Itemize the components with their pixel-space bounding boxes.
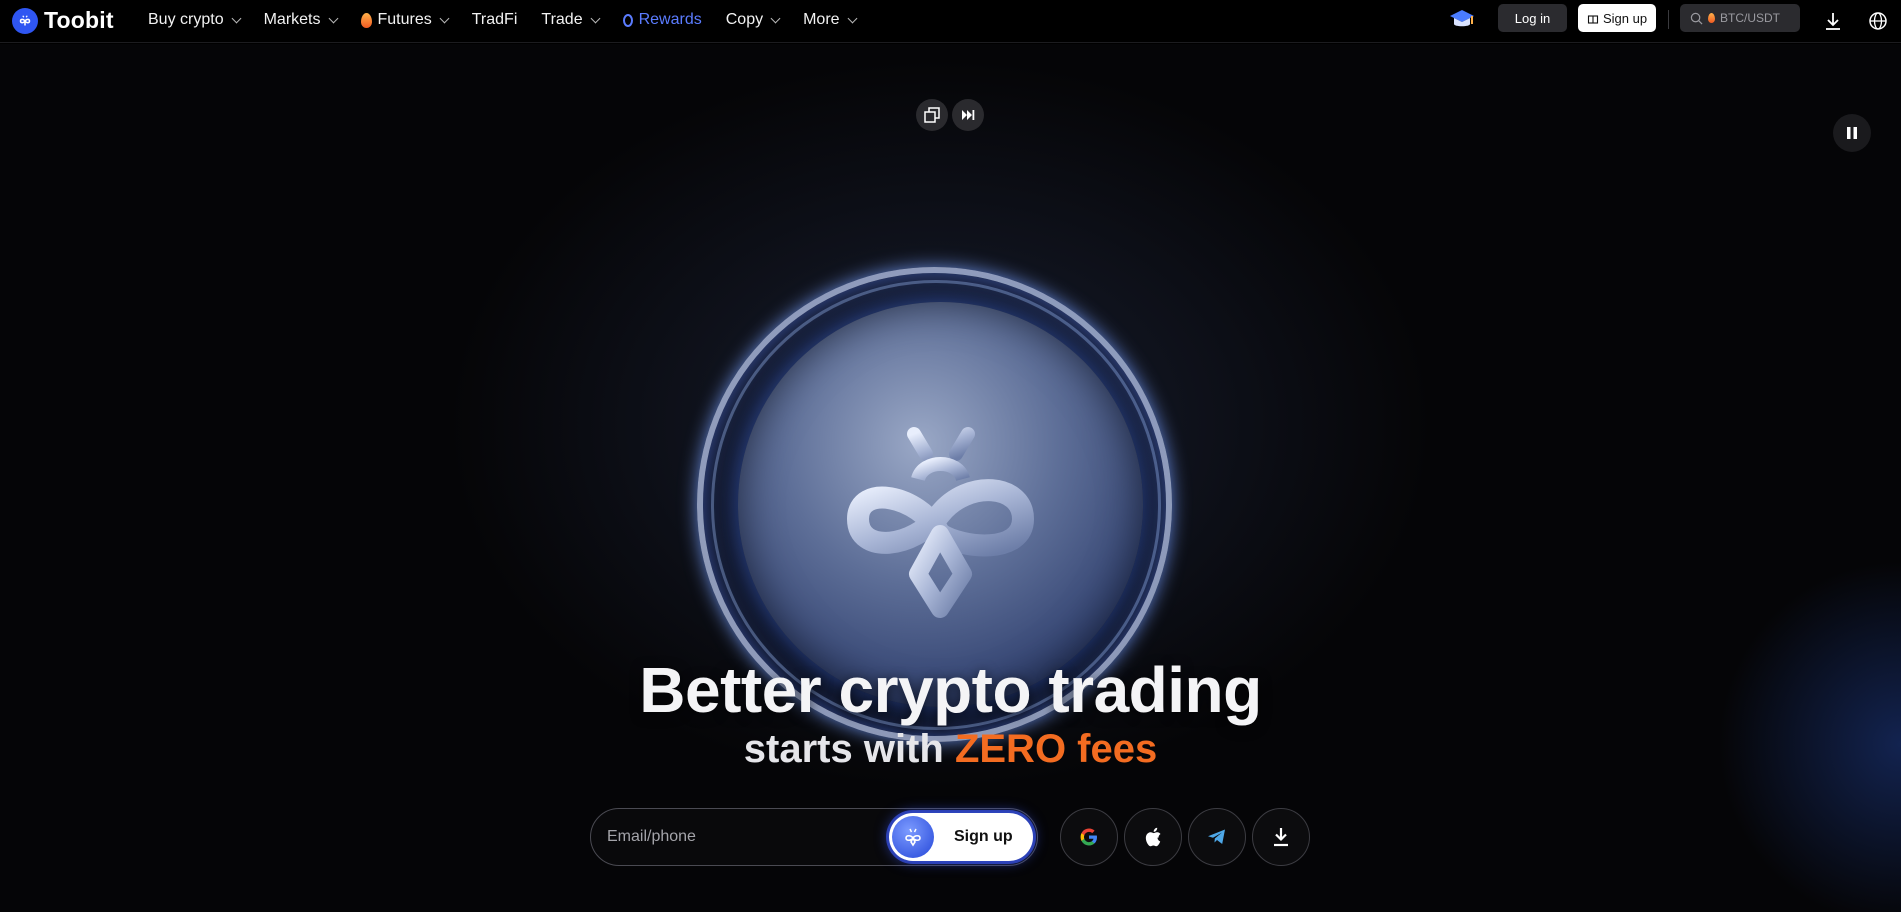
- toobit-logo-icon: [892, 816, 934, 858]
- toobit-coin-emblem-icon: [847, 427, 1034, 618]
- nav-label: TradFi: [471, 11, 518, 28]
- skip-forward-icon: [962, 110, 975, 120]
- google-login-button[interactable]: [1060, 808, 1118, 866]
- flame-icon: [1708, 13, 1715, 23]
- globe-icon[interactable]: [1866, 9, 1890, 33]
- nav-label: Markets: [263, 11, 321, 28]
- email-phone-input[interactable]: [607, 823, 877, 851]
- telegram-icon: [1208, 829, 1225, 844]
- main-nav: Buy crypto Markets Futures TradFi Trade …: [148, 0, 880, 40]
- copy-icon: [924, 107, 940, 123]
- skip-button[interactable]: [952, 99, 984, 131]
- nav-label: Futures: [377, 11, 432, 28]
- nav-more[interactable]: More: [803, 11, 857, 29]
- nav-label: Trade: [541, 11, 583, 28]
- toobit-logo-icon: [12, 7, 38, 34]
- search-box[interactable]: BTC/USDT: [1680, 4, 1800, 32]
- google-icon: [1080, 828, 1097, 846]
- gift-icon: [1587, 15, 1599, 24]
- subline-accent: ZERO fees: [954, 727, 1158, 771]
- brand-name: Toobit: [44, 7, 114, 33]
- search-placeholder: BTC/USDT: [1720, 11, 1780, 25]
- chevron-down-icon: [590, 13, 601, 23]
- toobit-logo[interactable]: Toobit: [12, 7, 114, 34]
- search-icon: [1690, 12, 1703, 24]
- hero-signup-label: Sign up: [954, 828, 1013, 845]
- app-download-button[interactable]: [1252, 808, 1310, 866]
- nav-copy[interactable]: Copy: [725, 11, 781, 29]
- apple-icon: [1145, 827, 1161, 847]
- signup-label: Sign up: [1602, 10, 1648, 26]
- chevron-down-icon: [439, 13, 450, 23]
- chevron-down-icon: [231, 13, 242, 23]
- subline-prefix: starts with: [743, 727, 944, 771]
- chevron-down-icon: [847, 13, 857, 23]
- medal-icon: [622, 13, 633, 27]
- hero-section: Better crypto trading starts with ZERO f…: [0, 44, 1901, 912]
- hero-subline: starts with ZERO fees: [0, 727, 1901, 772]
- top-navbar: Toobit Buy crypto Markets Futures TradFi…: [0, 0, 1901, 43]
- nav-label: Copy: [725, 11, 764, 28]
- copy-button[interactable]: [916, 99, 948, 131]
- nav-label: More: [803, 11, 840, 28]
- download-icon: [1274, 828, 1288, 847]
- chevron-down-icon: [328, 13, 338, 23]
- telegram-login-button[interactable]: [1188, 808, 1246, 866]
- login-button[interactable]: Log in: [1498, 4, 1567, 32]
- nav-rewards[interactable]: Rewards: [622, 11, 702, 29]
- nav-futures[interactable]: Futures: [360, 11, 450, 29]
- download-icon[interactable]: [1821, 9, 1845, 33]
- nav-label: Rewards: [638, 11, 702, 28]
- apple-login-button[interactable]: [1124, 808, 1182, 866]
- nav-markets[interactable]: Markets: [263, 11, 338, 29]
- signup-button[interactable]: Sign up: [1578, 4, 1656, 32]
- chevron-down-icon: [770, 13, 781, 23]
- pause-icon: [1847, 127, 1857, 139]
- signup-form: Sign up: [590, 808, 1038, 866]
- flame-icon: [360, 12, 372, 28]
- academy-icon[interactable]: [1447, 4, 1475, 34]
- nav-buy-crypto[interactable]: Buy crypto: [148, 11, 242, 29]
- nav-label: Buy crypto: [148, 11, 224, 28]
- pause-button[interactable]: [1833, 114, 1871, 152]
- hero-headline: Better crypto trading: [639, 654, 1262, 726]
- header-divider: [1668, 10, 1669, 29]
- nav-trade[interactable]: Trade: [541, 11, 601, 29]
- nav-tradfi[interactable]: TradFi: [472, 11, 518, 29]
- hero-signup-button[interactable]: Sign up: [889, 813, 1033, 861]
